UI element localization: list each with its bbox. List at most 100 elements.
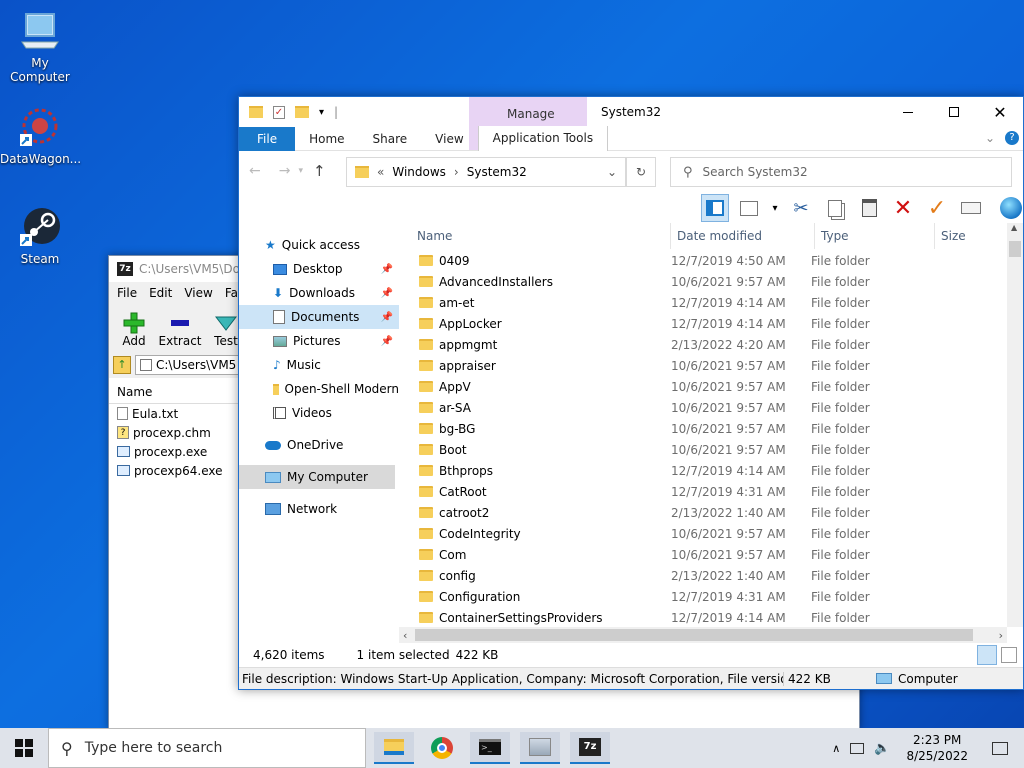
nav-item-network[interactable]: Network <box>239 497 399 521</box>
table-row[interactable]: CodeIntegrity 10/6/2021 9:57 AM File folde… <box>411 523 1007 544</box>
column-header-type[interactable]: Type <box>815 223 935 249</box>
table-row[interactable]: catroot2 2/13/2022 1:40 AM File folder <box>411 502 1007 523</box>
tab-share[interactable]: Share <box>359 127 422 151</box>
rename-button[interactable] <box>957 194 985 222</box>
network-status-icon[interactable] <box>850 742 865 754</box>
tab-file[interactable]: File <box>239 126 296 151</box>
views-button[interactable] <box>735 194 763 222</box>
tab-home[interactable]: Home <box>295 127 358 151</box>
up-folder-icon[interactable]: ↑ <box>113 356 131 374</box>
navigation-pane-button[interactable] <box>701 194 729 222</box>
sevenzip-menu-view[interactable]: View <box>184 286 212 300</box>
nav-item-desktop[interactable]: Desktop 📌 <box>239 257 399 281</box>
table-row[interactable]: AppV 10/6/2021 9:57 AM File folder <box>411 376 1007 397</box>
taskbar-file-explorer[interactable] <box>374 732 414 764</box>
nav-item-onedrive[interactable]: OneDrive <box>239 433 399 457</box>
notifications-icon[interactable] <box>992 741 1008 755</box>
large-icons-view-button[interactable] <box>1001 647 1017 663</box>
maximize-button[interactable] <box>931 99 977 125</box>
new-folder-icon[interactable] <box>295 106 309 118</box>
scroll-right-icon[interactable]: › <box>999 629 1003 642</box>
paste-button[interactable] <box>855 194 883 222</box>
table-row[interactable]: appraiser 10/6/2021 9:57 AM File folder <box>411 355 1007 376</box>
views-dropdown[interactable]: ▾ <box>769 194 781 222</box>
column-header-size[interactable]: Size <box>935 223 1007 249</box>
internet-options-button[interactable] <box>997 194 1024 222</box>
pin-icon[interactable]: 📌 <box>381 288 393 299</box>
table-row[interactable]: Bthprops 12/7/2019 4:14 AM File folder <box>411 460 1007 481</box>
pin-icon[interactable]: 📌 <box>381 264 393 275</box>
table-row[interactable]: AppLocker 12/7/2019 4:14 AM File folder <box>411 313 1007 334</box>
address-overflow[interactable]: « <box>377 165 384 179</box>
desktop-icon-steam[interactable]: Steam <box>0 204 80 266</box>
delete-button[interactable]: ✕ <box>889 194 917 222</box>
details-view-button[interactable] <box>977 645 997 665</box>
customize-dropdown-icon[interactable]: ▾ <box>319 107 324 118</box>
up-arrow-icon[interactable]: ↑ <box>313 162 326 180</box>
table-row[interactable]: Com 10/6/2021 9:57 AM File folder <box>411 544 1007 565</box>
table-row[interactable]: bg-BG 10/6/2021 9:57 AM File folder <box>411 418 1007 439</box>
explorer-titlebar[interactable]: ✓ ▾ | Manage System32 ✕ <box>239 97 1023 127</box>
breadcrumb-windows[interactable]: Windows <box>392 165 446 179</box>
nav-item-pictures[interactable]: Pictures 📌 <box>239 329 399 353</box>
nav-item-open-shell[interactable]: Open-Shell Modern <box>239 377 399 401</box>
horizontal-scroll-thumb[interactable] <box>415 629 973 641</box>
table-row[interactable]: Boot 10/6/2021 9:57 AM File folder <box>411 439 1007 460</box>
table-row[interactable]: Configuration 12/7/2019 4:31 AM File folde… <box>411 586 1007 607</box>
nav-item-music[interactable]: ♪ Music <box>239 353 399 377</box>
nav-item-quick-access[interactable]: ★ Quick access <box>239 233 399 257</box>
start-button[interactable] <box>0 728 48 768</box>
forward-arrow-icon[interactable]: → <box>279 163 291 179</box>
address-dropdown-icon[interactable]: ⌄ <box>607 165 617 179</box>
table-row[interactable]: ar-SA 10/6/2021 9:57 AM File folder <box>411 397 1007 418</box>
table-row[interactable]: am-et 12/7/2019 4:14 AM File folder <box>411 292 1007 313</box>
desktop-icon-my-computer[interactable]: My Computer <box>0 8 80 84</box>
nav-item-videos[interactable]: Videos <box>239 401 399 425</box>
pin-icon[interactable]: 📌 <box>381 336 393 347</box>
nav-item-documents[interactable]: Documents 📌 <box>239 305 399 329</box>
refresh-button[interactable]: ↻ <box>626 157 656 187</box>
table-row[interactable]: CatRoot 12/7/2019 4:31 AM File folder <box>411 481 1007 502</box>
column-header-date[interactable]: Date modified <box>671 223 815 249</box>
scroll-up-icon[interactable]: ▲ <box>1011 223 1017 232</box>
ribbon-expand-chevron-icon[interactable]: ⌄ <box>985 131 995 145</box>
vertical-scrollbar[interactable]: ▲ <box>1007 223 1023 627</box>
tab-view[interactable]: View <box>421 127 477 151</box>
cut-button[interactable]: ✂ <box>787 194 815 222</box>
help-icon[interactable]: ? <box>1005 131 1019 145</box>
tab-application-tools[interactable]: Application Tools <box>477 126 609 151</box>
recent-dropdown-icon[interactable]: ▾ <box>298 166 303 176</box>
table-row[interactable]: appmgmt 2/13/2022 4:20 AM File folder <box>411 334 1007 355</box>
nav-item-my-computer[interactable]: My Computer <box>239 465 395 489</box>
taskbar-command-prompt[interactable]: >_ <box>470 732 510 764</box>
add-button[interactable]: Add <box>115 312 153 348</box>
horizontal-scrollbar[interactable]: ‹ › <box>399 627 1007 643</box>
taskbar-search-input[interactable]: ⚲ Type here to search <box>48 728 366 768</box>
taskbar-process-explorer[interactable] <box>520 732 560 764</box>
nav-item-downloads[interactable]: ⬇ Downloads 📌 <box>239 281 399 305</box>
address-bar[interactable]: « Windows › System32 ⌄ <box>346 157 626 187</box>
close-button[interactable]: ✕ <box>977 99 1023 125</box>
copy-button[interactable] <box>821 194 849 222</box>
search-input[interactable]: ⚲ Search System32 <box>670 157 1012 187</box>
table-row[interactable]: AdvancedInstallers 10/6/2021 9:57 AM File … <box>411 271 1007 292</box>
breadcrumb-system32[interactable]: System32 <box>467 165 527 179</box>
properties-icon[interactable]: ✓ <box>273 105 285 119</box>
back-arrow-icon[interactable]: ← <box>249 163 261 179</box>
table-row[interactable]: 0409 12/7/2019 4:50 AM File folder <box>411 250 1007 271</box>
properties-button[interactable]: ✓ <box>923 194 951 222</box>
desktop-icon-datawagon[interactable]: DataWagon... <box>0 104 81 166</box>
extract-button[interactable]: Extract <box>159 312 202 348</box>
volume-icon[interactable]: 🔈 <box>874 741 890 756</box>
explorer-window[interactable]: ✓ ▾ | Manage System32 ✕ File Home Share … <box>238 96 1024 690</box>
scroll-left-icon[interactable]: ‹ <box>403 629 407 642</box>
show-hidden-icons-chevron-icon[interactable]: ∧ <box>832 742 840 755</box>
sevenzip-menu-file[interactable]: File <box>117 286 137 300</box>
sevenzip-menu-edit[interactable]: Edit <box>149 286 172 300</box>
minimize-button[interactable] <box>885 99 931 125</box>
table-row[interactable]: ContainerSettingsProviders 12/7/2019 4:14… <box>411 607 1007 627</box>
vertical-scroll-thumb[interactable] <box>1009 241 1021 257</box>
taskbar-7zip[interactable]: 7z <box>570 732 610 764</box>
taskbar-chrome[interactable] <box>422 732 462 764</box>
clock[interactable]: 2:23 PM 8/25/2022 <box>906 732 968 764</box>
